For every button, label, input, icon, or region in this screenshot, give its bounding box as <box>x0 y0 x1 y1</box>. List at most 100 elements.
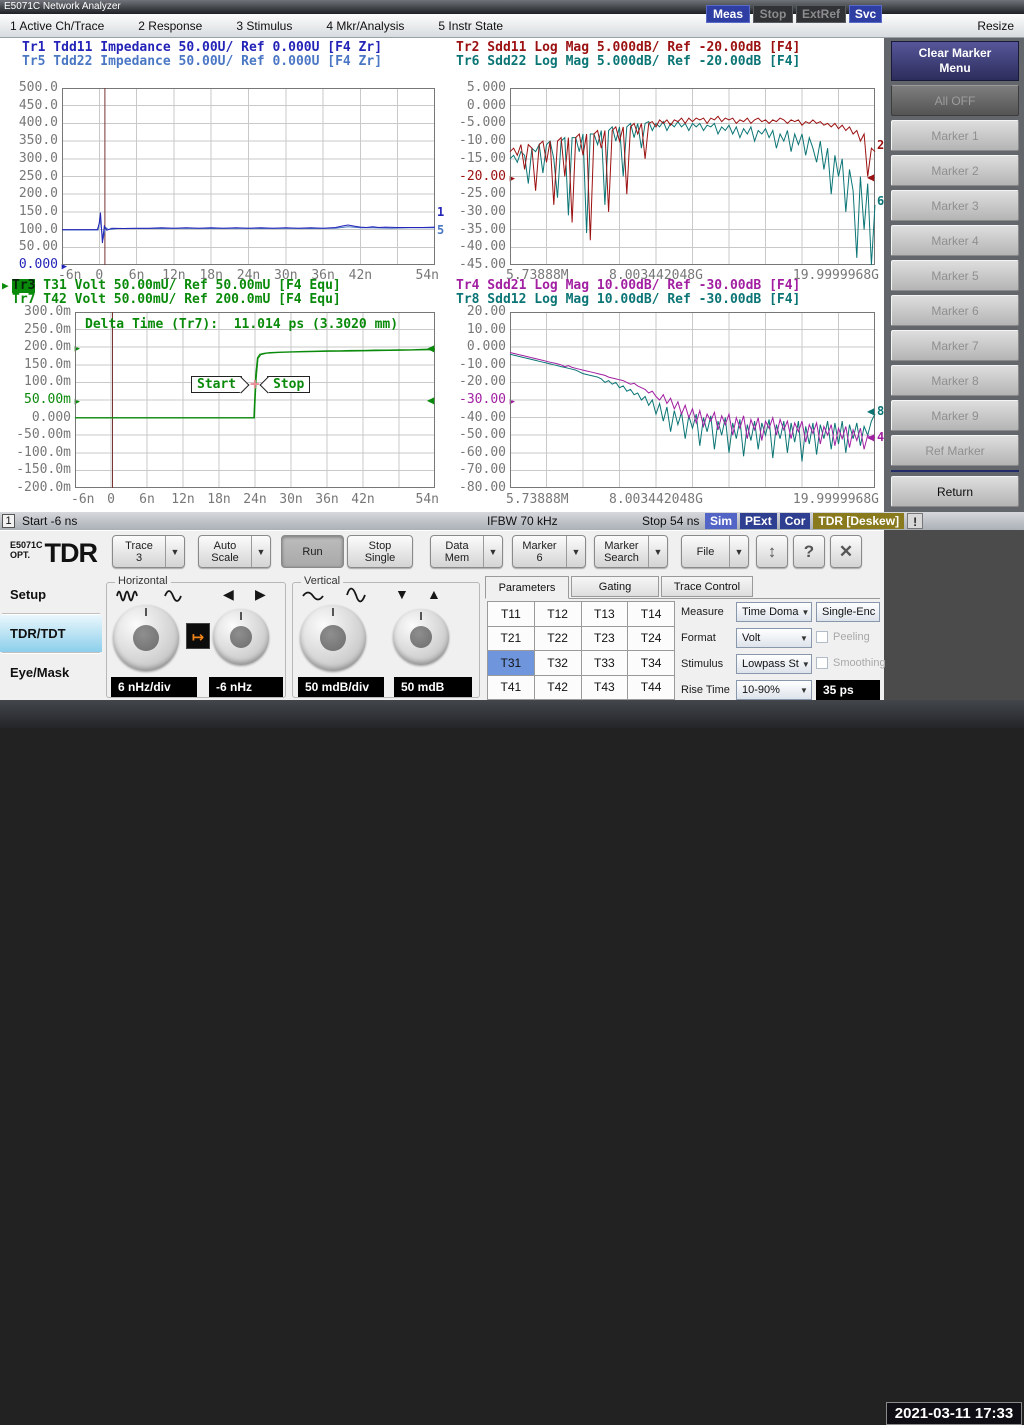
trace-header-bl[interactable]: ▶Tr3 T31 Volt 50.00mU/ Ref 50.00mU [F4 E… <box>2 279 341 307</box>
checkbox-peeling[interactable]: Peeling <box>816 631 870 643</box>
matrix-cell-t11[interactable]: T11 <box>488 602 534 626</box>
x-axis-tick: 19.9999968G <box>793 493 879 507</box>
softkey-marker-7[interactable]: Marker 7 <box>891 330 1019 361</box>
active-trace-arrow-icon: ▶ <box>2 279 12 293</box>
tab-parameters[interactable]: Parameters <box>485 576 569 599</box>
sweep-stop-label: Stop 54 ns <box>642 514 699 528</box>
softkey-ref-marker[interactable]: Ref Marker <box>891 435 1019 466</box>
y-axis-tick: -30.00▶ <box>444 393 506 407</box>
plot-br <box>510 312 875 488</box>
matrix-cell-t32[interactable]: T32 <box>535 651 581 675</box>
close-button[interactable]: ✕ <box>830 535 862 568</box>
y-axis-tick: -200.0m <box>9 481 71 495</box>
x-axis-tick: 0 <box>107 493 115 507</box>
auto-scale-button[interactable]: AutoScale▼ <box>198 535 271 568</box>
matrix-cell-t24[interactable]: T24 <box>628 627 674 651</box>
param-label-stimulus: Stimulus <box>681 658 723 670</box>
help-icon: ? <box>794 536 824 567</box>
vertical-group: Vertical ▼ ▲ 50 mdB/div 50 mdB <box>292 582 480 698</box>
trace-header-tr[interactable]: Tr2 Sdd11 Log Mag 5.000dB/ Ref -20.00dB … <box>446 41 800 69</box>
y-axis-tick: 100.0m <box>9 375 71 389</box>
updown-button[interactable]: ↕ <box>756 535 788 568</box>
tab-trace-control[interactable]: Trace Control <box>661 576 753 597</box>
softkey-marker-2[interactable]: Marker 2 <box>891 155 1019 186</box>
sidebar-item-tdr-tdt[interactable]: TDR/TDT <box>0 615 102 652</box>
menu-item-4-mkr-analysis[interactable]: 4 Mkr/Analysis <box>326 19 404 33</box>
dropdown-stimulus[interactable]: Lowpass St▼ <box>736 654 812 674</box>
menu-item-1-active-ch-trace[interactable]: 1 Active Ch/Trace <box>10 19 104 33</box>
stop-marker-flag[interactable]: Stop <box>262 376 310 393</box>
vertical-scale-knob[interactable] <box>300 605 366 671</box>
horizontal-position-knob[interactable] <box>213 609 269 665</box>
small-sine-icon <box>301 589 325 603</box>
menu-item-2-response[interactable]: 2 Response <box>138 19 202 33</box>
run-button[interactable]: Run <box>281 535 344 568</box>
checkbox-smoothing[interactable]: Smoothing <box>816 657 886 669</box>
tab-gating[interactable]: Gating <box>571 576 659 597</box>
softkey-marker-6[interactable]: Marker 6 <box>891 295 1019 326</box>
x-axis-tick: 42n <box>351 493 374 507</box>
matrix-cell-t43[interactable]: T43 <box>582 676 628 700</box>
dropdown-measure[interactable]: Time Doma▼ <box>736 602 812 622</box>
trace-header-br[interactable]: Tr4 Sdd21 Log Mag 10.00dB/ Ref -30.00dB … <box>446 279 800 307</box>
resize-button[interactable]: Resize <box>977 19 1014 33</box>
vertical-position-knob[interactable] <box>393 609 449 665</box>
sine-icon <box>163 588 185 604</box>
softkey-all-off[interactable]: All OFF <box>891 85 1019 116</box>
softkey-marker-3[interactable]: Marker 3 <box>891 190 1019 221</box>
file-button[interactable]: File▼ <box>681 535 749 568</box>
softkey-marker-4[interactable]: Marker 4 <box>891 225 1019 256</box>
y-axis-tick: -45.00 <box>444 258 506 272</box>
instrument-status-bar: 2021-03-11 17:33 <box>0 700 1024 728</box>
matrix-cell-t33[interactable]: T33 <box>582 651 628 675</box>
softkey-marker-8[interactable]: Marker 8 <box>891 365 1019 396</box>
start-marker-flag[interactable]: Start <box>191 376 247 393</box>
matrix-cell-t14[interactable]: T14 <box>628 602 674 626</box>
plot-tl <box>62 88 435 265</box>
horizontal-group-title: Horizontal <box>115 575 171 587</box>
dropdown-port-mode[interactable]: Single-Enc▼ <box>816 602 880 622</box>
matrix-cell-t31[interactable]: T31 <box>488 651 534 675</box>
left-arrow-icon: ◀ <box>223 587 234 601</box>
x-axis-tick: -6n <box>71 493 94 507</box>
trace-ref-marker-icon: ◀ <box>427 393 434 407</box>
down-arrow-icon: ▼ <box>395 587 409 601</box>
matrix-cell-t22[interactable]: T22 <box>535 627 581 651</box>
menu-item-3-stimulus[interactable]: 3 Stimulus <box>236 19 292 33</box>
trace-ref-marker-icon: ◀ <box>427 341 434 355</box>
horizontal-scale-knob[interactable] <box>113 605 179 671</box>
softkey-marker-9[interactable]: Marker 9 <box>891 400 1019 431</box>
marker-select-button[interactable]: Marker6▼ <box>512 535 586 568</box>
instr-badge-meas: Meas <box>706 5 750 23</box>
sidebar-item-setup[interactable]: Setup <box>0 576 102 613</box>
marker-search-button[interactable]: MarkerSearch▼ <box>594 535 668 568</box>
menu-item-5-instr-state[interactable]: 5 Instr State <box>438 19 503 33</box>
matrix-cell-t23[interactable]: T23 <box>582 627 628 651</box>
matrix-cell-t34[interactable]: T34 <box>628 651 674 675</box>
softkey-return[interactable]: Return <box>891 476 1019 507</box>
matrix-cell-t12[interactable]: T12 <box>535 602 581 626</box>
dropdown-format[interactable]: Volt▼ <box>736 628 812 648</box>
delta-time-annotation: Delta Time (Tr7): 11.014 ps (3.3020 mm) <box>85 317 398 332</box>
matrix-cell-t44[interactable]: T44 <box>628 676 674 700</box>
trace-arrow-slot <box>446 279 456 293</box>
trace-select-button[interactable]: Trace3▼ <box>112 535 185 568</box>
matrix-cell-t13[interactable]: T13 <box>582 602 628 626</box>
data-mem-button[interactable]: DataMem▼ <box>430 535 503 568</box>
softkey-marker-1[interactable]: Marker 1 <box>891 120 1019 151</box>
marker-softkey-menu: Clear Marker Menu All OFFMarker 1Marker … <box>884 38 1024 512</box>
stop-single-button[interactable]: StopSingle <box>347 535 413 568</box>
y-axis-tick: 150.0m <box>9 358 71 372</box>
y-axis-tick: -10.00 <box>444 358 506 372</box>
y-axis-tick: -150.0m <box>9 463 71 477</box>
status-badge-cor: Cor <box>780 513 811 529</box>
dropdown-rise-time[interactable]: 10-90%▼ <box>736 680 812 700</box>
trace-header-tl[interactable]: Tr1 Tdd11 Impedance 50.00U/ Ref 0.000U [… <box>12 41 382 69</box>
matrix-cell-t41[interactable]: T41 <box>488 676 534 700</box>
sidebar-item-eye-mask[interactable]: Eye/Mask <box>0 654 102 691</box>
help-button[interactable]: ? <box>793 535 825 568</box>
horizontal-position-display: -6 nHz <box>209 677 283 697</box>
matrix-cell-t42[interactable]: T42 <box>535 676 581 700</box>
matrix-cell-t21[interactable]: T21 <box>488 627 534 651</box>
softkey-marker-5[interactable]: Marker 5 <box>891 260 1019 291</box>
